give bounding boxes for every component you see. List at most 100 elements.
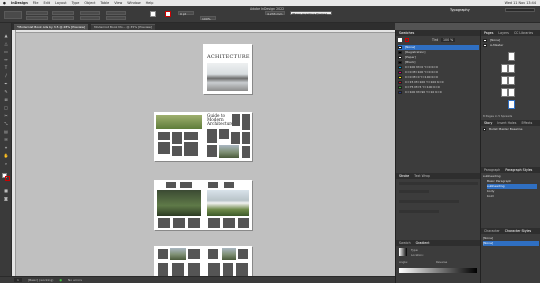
menu-help[interactable]: Help <box>146 1 154 5</box>
swatch-row-8[interactable]: C=75 M=5 Y=100 K=0 <box>398 85 479 90</box>
spread4-right-page[interactable] <box>204 246 252 276</box>
pencil-tool-icon[interactable]: ✎ <box>3 89 9 94</box>
master-none-row[interactable]: [None] <box>483 38 500 43</box>
page-number-field[interactable]: 1 <box>14 278 22 282</box>
pstyle-row-2[interactable]: subheading <box>487 184 537 189</box>
tab-character-styles[interactable]: Character Styles <box>505 229 531 233</box>
vertical-ruler[interactable] <box>12 30 16 276</box>
tab-paragraph-styles[interactable]: Paragraph Styles <box>505 168 532 172</box>
contour-row[interactable] <box>399 210 439 213</box>
page-thumb-6[interactable] <box>501 88 508 97</box>
scale-x-field[interactable] <box>80 11 100 15</box>
stroke-color-icon[interactable] <box>5 176 10 181</box>
apple-menu-icon[interactable]: ● <box>3 1 6 5</box>
gradient-reverse-button[interactable]: Reverse <box>436 260 447 264</box>
hand-tool-icon[interactable]: ✋ <box>3 153 9 158</box>
swatch-row-9[interactable]: C=100 M=90 Y=10 K=0 <box>398 90 479 95</box>
cover-page[interactable]: ACHITECTURE <box>203 44 252 94</box>
tab-pages[interactable]: Pages <box>484 31 493 35</box>
page-tool-icon[interactable]: ▭ <box>3 49 9 54</box>
rectangle-tool-icon[interactable]: □ <box>3 105 9 110</box>
tab-character[interactable]: Character <box>484 229 500 233</box>
menu-layout[interactable]: Layout <box>55 1 67 5</box>
tint-field[interactable]: 100 % <box>441 38 456 42</box>
page-thumb-1[interactable] <box>508 52 515 61</box>
tab-gradient[interactable]: Gradient <box>416 241 430 245</box>
fill-swatch[interactable] <box>150 11 156 17</box>
master-a-row[interactable]: A-Master <box>483 43 503 48</box>
pen-tool-icon[interactable]: ✒ <box>3 81 9 86</box>
pasteboard[interactable]: ACHITECTURE Guide to Modern Architecture <box>12 30 395 276</box>
swatch-row-1[interactable]: [Registration] <box>398 50 479 55</box>
stroke-swatch[interactable] <box>165 11 171 17</box>
tab-effects[interactable]: Effects <box>521 121 532 125</box>
note-tool-icon[interactable]: ✉ <box>3 137 9 142</box>
zoom-tool-icon[interactable]: ⌕ <box>3 161 9 166</box>
gradient-ramp[interactable] <box>399 268 477 273</box>
swatch-row-6[interactable]: C=0 M=0 Y=100 K=0 <box>398 75 479 80</box>
menu-indesign[interactable]: InDesign <box>11 1 28 5</box>
cstyle-row-0[interactable]: [None] <box>483 236 493 241</box>
scissors-tool-icon[interactable]: ✂ <box>3 113 9 118</box>
swatches-tab[interactable]: Swatches <box>399 31 414 35</box>
opacity-field[interactable]: 100% <box>200 16 216 21</box>
selection-tool-icon[interactable]: ▲ <box>3 33 9 38</box>
menu-file[interactable]: File <box>33 1 39 5</box>
tab-swatch[interactable]: Swatch <box>399 241 411 245</box>
menu-object[interactable]: Object <box>84 1 95 5</box>
reference-point-grid[interactable] <box>4 11 22 19</box>
swatch-row-5[interactable]: C=0 M=100 Y=0 K=0 <box>398 70 479 75</box>
swatch-row-3[interactable]: [Black] <box>398 60 479 65</box>
pstyle-row-0[interactable]: subheading <box>483 174 501 179</box>
menu-edit[interactable]: Edit <box>43 1 50 5</box>
page-thumb-5[interactable] <box>508 76 515 85</box>
menu-table[interactable]: Table <box>100 1 109 5</box>
tab-insert-holes[interactable]: Insert Holes <box>497 121 516 125</box>
swatch-row-4[interactable]: C=100 M=0 Y=0 K=0 <box>398 65 479 70</box>
tab-document-1[interactable]: *Modernist Book Ads by 3.5 @ 28% [Previe… <box>14 23 89 30</box>
tab-paragraph[interactable]: Paragraph <box>484 168 500 172</box>
swatch-row-0[interactable]: [None] <box>398 45 479 50</box>
search-field[interactable] <box>505 8 535 12</box>
direct-selection-icon[interactable]: △ <box>3 41 9 46</box>
menu-type[interactable]: Type <box>72 1 80 5</box>
apply-color-icon[interactable]: ■ <box>3 188 9 193</box>
transform-tool-icon[interactable]: ⤡ <box>3 121 9 126</box>
spread2-left-page[interactable] <box>154 112 204 161</box>
tab-stroke[interactable]: Stroke <box>399 174 409 178</box>
wrap-to-row[interactable] <box>399 200 459 203</box>
spread2-right-page[interactable]: Guide to Modern Architecture <box>204 112 252 161</box>
tab-story[interactable]: Story <box>484 121 492 125</box>
menu-view[interactable]: View <box>114 1 122 5</box>
h-field[interactable] <box>52 16 74 20</box>
horizontal-ruler[interactable] <box>12 30 395 33</box>
screen-mode-icon[interactable]: ◙ <box>3 196 9 201</box>
object-style-select[interactable]: [Basic Graphics Frame] <box>290 11 332 16</box>
workspace-switcher[interactable]: Typography <box>450 8 470 12</box>
w-field[interactable] <box>52 11 74 15</box>
tab-document-2[interactable]: Modernist Book Mo... @ 35% [Preview] <box>91 23 156 30</box>
page-thumb-8[interactable] <box>508 100 515 109</box>
story-checkbox[interactable] <box>483 127 486 131</box>
wrap-options-row[interactable] <box>399 182 478 185</box>
rotate-field[interactable] <box>106 11 126 15</box>
scale-y-field[interactable] <box>80 16 100 20</box>
page-thumb-7[interactable] <box>508 88 515 97</box>
spread4-left-page[interactable] <box>154 246 204 276</box>
page-thumb-4[interactable] <box>501 76 508 85</box>
menu-window[interactable]: Window <box>127 1 140 5</box>
page-thumb-3[interactable] <box>508 64 515 73</box>
frame-size-field[interactable]: 4.233 mm <box>265 11 285 16</box>
swatch-row-7[interactable]: C=15 M=100 Y=100 K=0 <box>398 80 479 85</box>
tab-layers[interactable]: Layers <box>498 31 509 35</box>
line-tool-icon[interactable]: / <box>3 73 9 78</box>
page-thumb-2[interactable] <box>501 64 508 73</box>
stroke-mini-icon[interactable] <box>405 38 409 42</box>
pstyle-row-3[interactable]: body <box>487 189 494 194</box>
swatch-row-2[interactable]: [Paper] <box>398 55 479 60</box>
fill-mini-icon[interactable] <box>398 38 402 42</box>
eyedropper-tool-icon[interactable]: ⌖ <box>3 145 9 150</box>
x-field[interactable] <box>26 11 48 15</box>
type-tool-icon[interactable]: T <box>3 65 9 70</box>
tab-text-wrap[interactable]: Text Wrap <box>414 174 430 178</box>
